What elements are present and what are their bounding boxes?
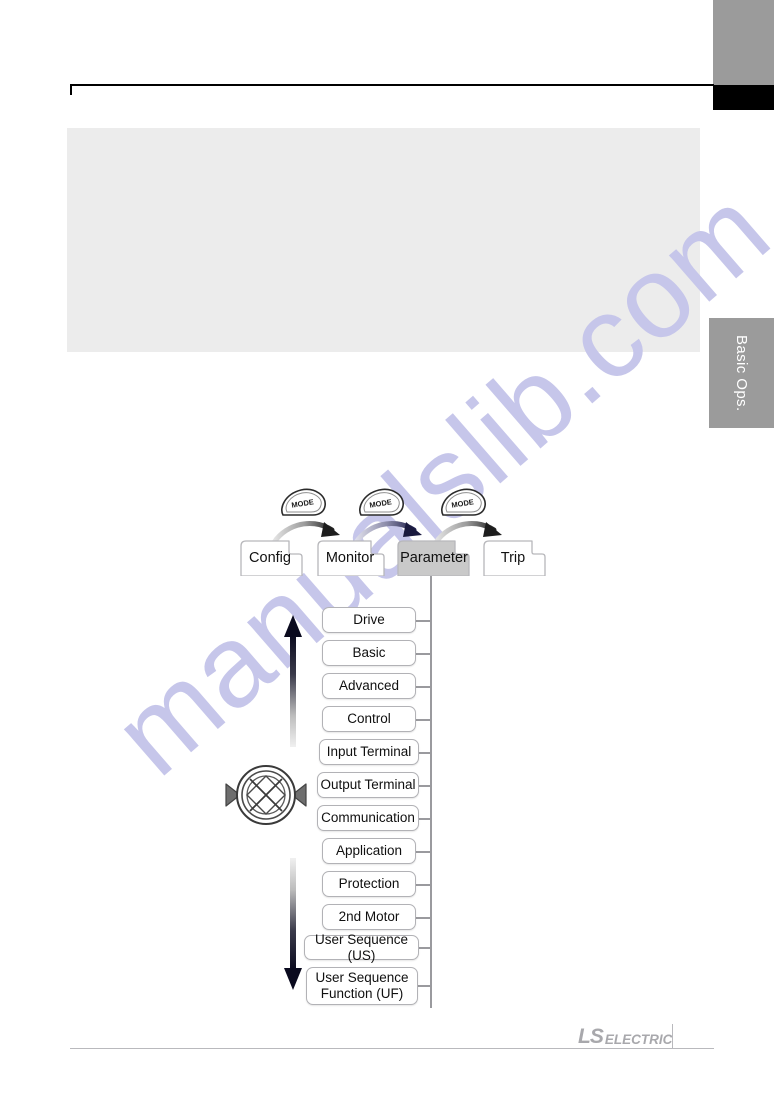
tree-stub	[419, 785, 431, 787]
param-group-label: Basic	[352, 645, 386, 661]
content-panel	[67, 128, 700, 352]
tree-stub	[419, 818, 431, 820]
param-group-label: Output Terminal	[320, 777, 416, 793]
page-root: Basic Ops. MODE MODE MODE Config Monitor…	[0, 0, 774, 1093]
param-group-label: User Sequence Function (UF)	[315, 970, 409, 1001]
param-group-protection[interactable]: Protection	[322, 871, 416, 897]
param-group-label: Control	[347, 711, 391, 727]
navigation-wheel-icon	[224, 758, 308, 832]
mode-navigation-diagram: MODE MODE MODE Config Monitor Parameter …	[0, 440, 774, 1020]
tab-label: Config	[249, 549, 291, 566]
param-group-label: Communication	[321, 810, 415, 826]
tree-stub	[416, 686, 431, 688]
footer-logo-divider	[672, 1024, 673, 1048]
tree-spine	[430, 576, 432, 1008]
footer-logo: LS ELECTRIC	[578, 1025, 672, 1047]
param-group-output-terminal[interactable]: Output Terminal	[317, 772, 419, 798]
param-group-2nd-motor[interactable]: 2nd Motor	[322, 904, 416, 930]
param-group-label: 2nd Motor	[338, 909, 400, 925]
logo-ls-text: LS	[578, 1025, 604, 1048]
scroll-down-arrow-icon	[282, 852, 304, 992]
tab-label: Trip	[500, 549, 526, 566]
scroll-up-arrow-icon	[282, 613, 304, 753]
tab-parameter[interactable]: Parameter	[396, 540, 472, 576]
tree-stub	[416, 851, 431, 853]
footer-rule	[70, 1048, 714, 1049]
tree-stub	[416, 653, 431, 655]
tree-stub	[416, 917, 431, 919]
tab-label: Monitor	[325, 549, 375, 566]
param-group-user-sequence-us[interactable]: User Sequence (US)	[304, 932, 419, 963]
tree-stub	[418, 947, 431, 949]
param-group-input-terminal[interactable]: Input Terminal	[319, 739, 419, 765]
header-rule	[70, 84, 714, 86]
param-group-label: Advanced	[338, 678, 400, 694]
tab-config[interactable]: Config	[237, 540, 303, 576]
tab-label: Parameter	[400, 549, 468, 566]
param-group-label: Application	[335, 843, 403, 859]
tree-stub	[418, 985, 431, 987]
param-group-label: Drive	[353, 612, 385, 628]
tab-monitor[interactable]: Monitor	[314, 540, 386, 576]
param-group-application[interactable]: Application	[322, 838, 416, 864]
tree-stub	[416, 719, 431, 721]
param-group-label: Protection	[338, 876, 400, 892]
side-tab-basic-ops: Basic Ops.	[709, 318, 774, 428]
tab-trip[interactable]: Trip	[480, 540, 546, 576]
param-group-label: User Sequence (US)	[314, 931, 409, 963]
param-group-basic[interactable]: Basic	[322, 640, 416, 666]
param-group-communication[interactable]: Communication	[317, 805, 419, 831]
param-group-control[interactable]: Control	[322, 706, 416, 732]
side-tab-label: Basic Ops.	[733, 334, 750, 412]
tree-stub	[419, 752, 431, 754]
header-rule-tick	[70, 84, 72, 95]
header-corner-gray-block	[713, 0, 774, 85]
tree-stub	[416, 884, 431, 886]
param-group-drive[interactable]: Drive	[322, 607, 416, 633]
logo-electric-text: ELECTRIC	[604, 1031, 673, 1047]
param-group-label: Input Terminal	[326, 744, 412, 760]
param-group-advanced[interactable]: Advanced	[322, 673, 416, 699]
tree-stub	[416, 620, 431, 622]
header-corner-black-block	[713, 85, 774, 110]
param-group-user-sequence-function-uf[interactable]: User Sequence Function (UF)	[306, 967, 418, 1005]
